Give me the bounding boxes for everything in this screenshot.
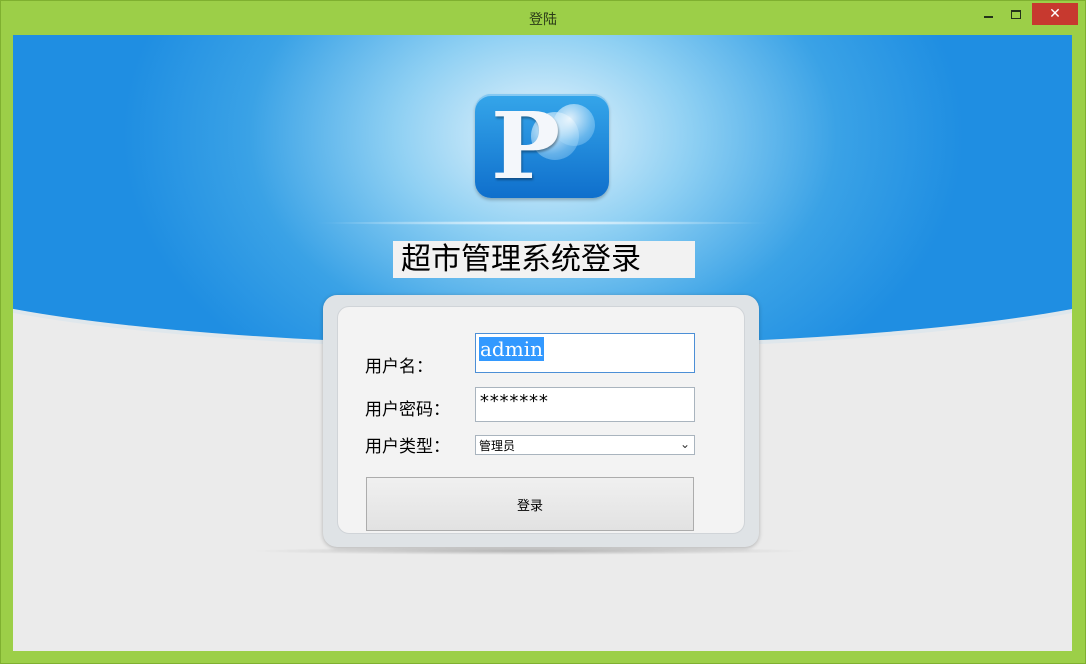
app-logo: P (475, 94, 609, 198)
maximize-button[interactable] (1005, 3, 1027, 25)
chevron-down-icon: ⌄ (679, 437, 690, 451)
password-label: 用户密码： (365, 400, 450, 420)
client-area: P 超市管理系统登录 用户名： admin 用户密码： ******* 用户类型… (13, 35, 1072, 651)
password-input[interactable]: ******* (475, 387, 695, 422)
window-title: 登陆 (529, 12, 557, 28)
logo-letter: P (491, 94, 561, 198)
username-label: 用户名： (365, 357, 433, 377)
login-button[interactable]: 登录 (366, 477, 694, 531)
title-bar[interactable]: 登陆 ✕ (1, 1, 1085, 35)
light-streak (313, 221, 773, 225)
close-button[interactable]: ✕ (1032, 3, 1078, 25)
password-value: ******* (479, 391, 549, 412)
usertype-selected: 管理员 (479, 439, 516, 453)
minimize-icon (983, 16, 993, 18)
username-input[interactable]: admin (475, 333, 695, 373)
minimize-button[interactable] (977, 3, 999, 25)
panel-shadow (249, 547, 809, 555)
usertype-select[interactable]: 管理员 ⌄ (475, 435, 695, 455)
maximize-icon (1011, 9, 1021, 19)
close-icon: ✕ (1049, 6, 1061, 22)
usertype-label: 用户类型： (365, 437, 450, 457)
page-title: 超市管理系统登录 (393, 241, 695, 278)
login-window: 登陆 ✕ P 超市管理系统登录 用户名： admin 用户密码： *******… (0, 0, 1086, 664)
username-value: admin (479, 337, 544, 361)
